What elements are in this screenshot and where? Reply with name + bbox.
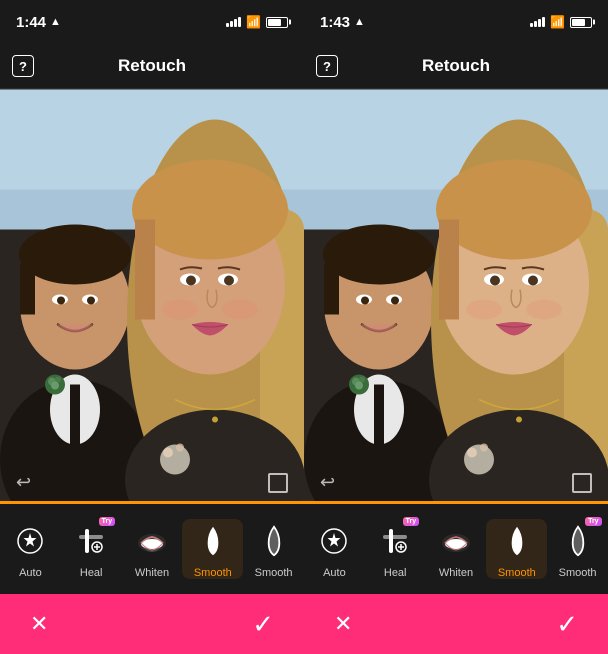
undo-icon-left[interactable]: ↩ (16, 472, 31, 493)
smooth2-label-right: Smooth (559, 567, 597, 579)
time-left: 1:44 (16, 14, 46, 31)
right-panel: 1:43 ▲ 📶 ? Retouch (304, 0, 608, 654)
crop-frame-left[interactable] (268, 473, 288, 493)
photo-area-left[interactable]: ↩ (0, 88, 304, 501)
auto-label-left: Auto (19, 567, 42, 579)
confirm-button-right[interactable]: ✓ (556, 609, 578, 640)
smooth2-icon-left (260, 525, 288, 557)
photo-svg-left (0, 88, 304, 501)
heal-label-right: Heal (384, 567, 407, 579)
tools-bar-left: Auto Try Heal (0, 504, 304, 594)
battery-icon-right (570, 17, 592, 28)
photo-bottom-controls-left: ↩ (0, 472, 304, 493)
undo-icon-right[interactable]: ↩ (320, 472, 335, 493)
status-right-right-area: 📶 (530, 15, 592, 29)
tool-smooth2-left[interactable]: Smooth (243, 519, 304, 579)
action-bar-left: ✕ ✓ (0, 594, 304, 654)
auto-icon-wrapper-right (312, 519, 356, 563)
auto-icon-wrapper-left (8, 519, 52, 563)
smooth2-icon-wrapper-right: Try (556, 519, 600, 563)
battery-icon-left (266, 17, 288, 28)
tool-smooth2-right[interactable]: Try Smooth (547, 519, 608, 579)
try-badge-smooth2-right: Try (585, 517, 602, 526)
tool-whiten-left[interactable]: Whiten (122, 519, 183, 579)
help-button-right[interactable]: ? (316, 55, 338, 77)
nav-title-left: Retouch (118, 56, 186, 76)
smooth-icon-wrapper-left (191, 519, 235, 563)
auto-icon-left (14, 525, 46, 557)
nav-bar-left: ? Retouch (0, 44, 304, 88)
try-badge-heal-right: Try (403, 517, 420, 526)
smooth-icon-right (503, 525, 531, 557)
smooth2-icon-wrapper-left (252, 519, 296, 563)
wifi-icon-left: 📶 (246, 15, 261, 29)
confirm-button-left[interactable]: ✓ (252, 609, 274, 640)
time-right: 1:43 (320, 14, 350, 31)
tool-heal-right[interactable]: Try Heal (365, 519, 426, 579)
whiten-icon-wrapper-left (130, 519, 174, 563)
smooth-icon-left (199, 525, 227, 557)
crop-frame-right[interactable] (572, 473, 592, 493)
wifi-icon-right: 📶 (550, 15, 565, 29)
auto-label-right: Auto (323, 567, 346, 579)
heal-icon-wrapper-right: Try (373, 519, 417, 563)
tools-bar-right: Auto Try Heal (304, 504, 608, 594)
tool-heal-left[interactable]: Try Heal (61, 519, 122, 579)
heal-label-left: Heal (80, 567, 103, 579)
whiten-icon-wrapper-right (434, 519, 478, 563)
heal-icon-wrapper-left: Try (69, 519, 113, 563)
signal-icon-left (226, 17, 241, 27)
nav-title-right: Retouch (422, 56, 490, 76)
signal-icon-right (530, 17, 545, 27)
photo-area-right[interactable]: ↩ (304, 88, 608, 501)
whiten-label-right: Whiten (439, 567, 473, 579)
help-button-left[interactable]: ? (12, 55, 34, 77)
cancel-button-left[interactable]: ✕ (30, 611, 48, 637)
status-right-left-area: 1:43 ▲ (320, 14, 365, 31)
tool-whiten-right[interactable]: Whiten (426, 519, 487, 579)
tool-auto-right[interactable]: Auto (304, 519, 365, 579)
heal-icon-right (379, 525, 411, 557)
left-panel: 1:44 ▲ 📶 ? Retouch (0, 0, 304, 654)
smooth-icon-wrapper-right (495, 519, 539, 563)
status-right-left: 📶 (226, 15, 288, 29)
photo-svg-right (304, 88, 608, 501)
try-badge-heal-left: Try (99, 517, 116, 526)
smooth-label-left: Smooth (194, 567, 232, 579)
auto-icon-right (318, 525, 350, 557)
status-left: 1:44 ▲ (16, 14, 61, 31)
tool-auto-left[interactable]: Auto (0, 519, 61, 579)
action-bar-right: ✕ ✓ (304, 594, 608, 654)
tool-smooth-right[interactable]: Smooth (486, 519, 547, 579)
location-icon-right: ▲ (354, 16, 365, 28)
heal-icon-left (75, 525, 107, 557)
status-bar-left: 1:44 ▲ 📶 (0, 0, 304, 44)
smooth2-icon-right (564, 525, 592, 557)
photo-bottom-controls-right: ↩ (304, 472, 608, 493)
status-bar-right: 1:43 ▲ 📶 (304, 0, 608, 44)
cancel-button-right[interactable]: ✕ (334, 611, 352, 637)
photo-content-right (304, 88, 608, 501)
tool-smooth-left[interactable]: Smooth (182, 519, 243, 579)
whiten-label-left: Whiten (135, 567, 169, 579)
smooth2-label-left: Smooth (255, 567, 293, 579)
smooth-label-right: Smooth (498, 567, 536, 579)
whiten-icon-right (438, 523, 474, 559)
nav-bar-right: ? Retouch (304, 44, 608, 88)
photo-content-left (0, 88, 304, 501)
whiten-icon-left (134, 523, 170, 559)
location-icon-left: ▲ (50, 16, 61, 28)
